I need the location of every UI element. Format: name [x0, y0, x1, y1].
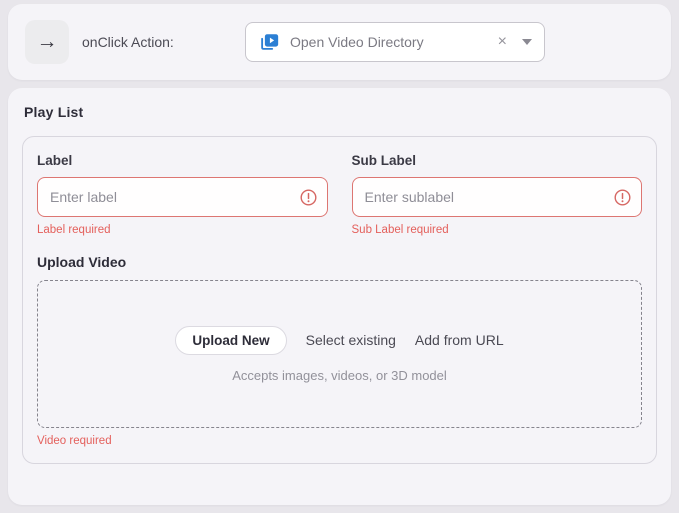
- chevron-down-icon[interactable]: [522, 39, 532, 45]
- label-error-text: Label required: [37, 224, 328, 236]
- arrow-right-icon: →: [37, 30, 58, 54]
- sublabel-error-text: Sub Label required: [352, 224, 643, 236]
- sublabel-input[interactable]: [352, 177, 643, 217]
- video-error-text: Video required: [37, 435, 642, 447]
- action-arrow-chip: →: [25, 20, 69, 64]
- label-field-label: Label: [37, 153, 328, 168]
- upload-video-section: Upload Video Upload New Select existing …: [37, 254, 642, 447]
- onclick-action-bar: → onClick Action: Open Video Directory ×: [8, 4, 671, 80]
- playlist-form-panel: Label Label required Sub Label: [22, 136, 657, 464]
- action-select-value: Open Video Directory: [290, 34, 424, 50]
- sublabel-field-label: Sub Label: [352, 153, 643, 168]
- dropzone-hint: Accepts images, videos, or 3D model: [232, 368, 447, 383]
- action-select[interactable]: Open Video Directory ×: [245, 22, 545, 62]
- sublabel-field-group: Sub Label Sub Label required: [352, 153, 643, 236]
- clear-selection-icon[interactable]: ×: [496, 34, 509, 50]
- label-input[interactable]: [37, 177, 328, 217]
- video-directory-icon: [258, 31, 280, 53]
- upload-video-label: Upload Video: [37, 254, 642, 270]
- select-existing-button[interactable]: Select existing: [306, 332, 396, 348]
- playlist-card: Play List Label Label required: [8, 88, 671, 505]
- upload-new-button[interactable]: Upload New: [175, 326, 286, 355]
- add-from-url-button[interactable]: Add from URL: [415, 332, 504, 348]
- label-field-group: Label Label required: [37, 153, 328, 236]
- error-alert-icon: [300, 189, 317, 206]
- error-alert-icon: [614, 189, 631, 206]
- video-dropzone[interactable]: Upload New Select existing Add from URL …: [37, 280, 642, 428]
- onclick-action-label: onClick Action:: [82, 34, 174, 50]
- playlist-title: Play List: [24, 104, 657, 120]
